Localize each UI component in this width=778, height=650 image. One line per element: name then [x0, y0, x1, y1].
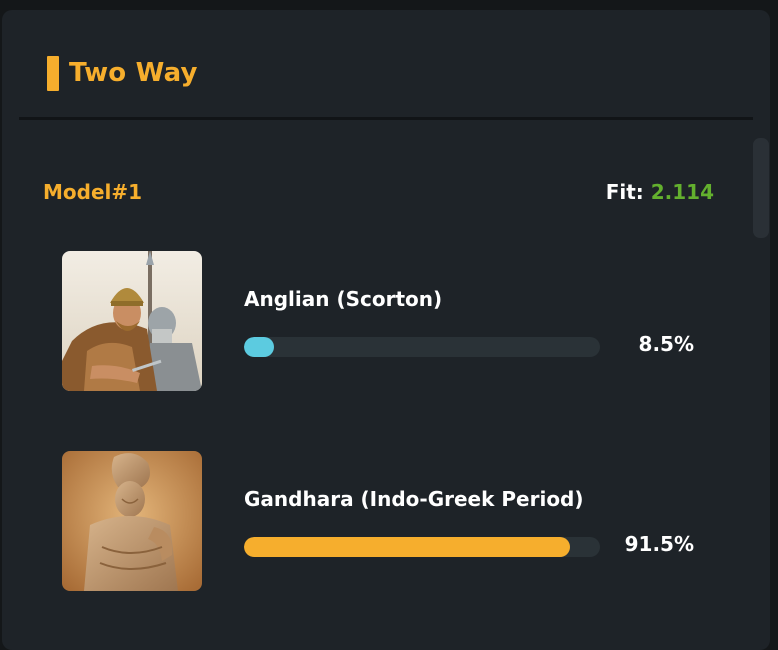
population-name: Gandhara (Indo-Greek Period)	[244, 487, 584, 511]
header-divider	[19, 117, 753, 120]
section-header: Two Way	[47, 55, 198, 91]
percent-bar-track	[244, 537, 600, 557]
fit-value: 2.114	[650, 180, 714, 204]
gandhara-statue-photo	[62, 451, 202, 591]
percent-value: 8.5%	[638, 332, 694, 356]
percent-bar-track	[244, 337, 600, 357]
population-row: Anglian (Scorton) 8.5%	[62, 251, 722, 391]
results-panel: Two Way Model#1 Fit: 2.114 Anglian (Scor…	[2, 10, 770, 650]
header-accent-bar	[47, 55, 59, 91]
fit-score: Fit: 2.114	[606, 180, 714, 204]
population-image	[62, 251, 202, 391]
population-image	[62, 451, 202, 591]
scrollbar-thumb[interactable]	[753, 138, 769, 238]
population-row: Gandhara (Indo-Greek Period) 91.5%	[62, 451, 722, 591]
percent-value: 91.5%	[624, 532, 694, 556]
section-title: Two Way	[69, 58, 198, 88]
fit-label: Fit:	[605, 180, 644, 204]
percent-bar-fill	[244, 537, 570, 557]
model-label: Model#1	[43, 180, 143, 204]
population-name: Anglian (Scorton)	[244, 287, 443, 311]
percent-bar-fill	[244, 337, 275, 357]
anglian-warrior-illustration	[62, 251, 202, 391]
